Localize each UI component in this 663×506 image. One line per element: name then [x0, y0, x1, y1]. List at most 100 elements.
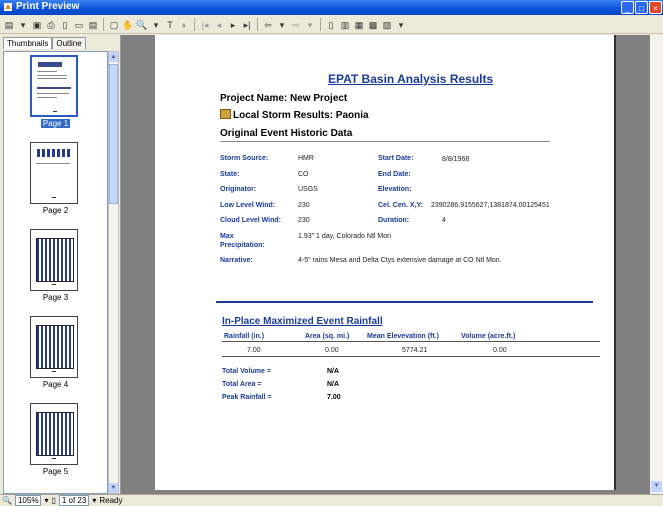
storm-source-value: HMR — [298, 155, 314, 162]
thumbnail-label: Page 4 — [42, 380, 69, 389]
toolbar-separator — [320, 18, 321, 31]
originator-label: Originator: — [220, 186, 257, 193]
export-icon[interactable]: ▤ — [87, 19, 99, 31]
total-volume-label: Total Volume = — [222, 368, 271, 375]
scroll-down-icon[interactable]: ▼ — [651, 481, 662, 492]
first-page-icon[interactable]: |◂ — [199, 19, 211, 31]
max-precipitation-label: Max Precipitation: — [220, 233, 265, 249]
zoom-level-field[interactable]: 105% — [14, 495, 42, 506]
local-storm-text: Local Storm Results: Paonia — [233, 110, 369, 121]
status-text: Ready — [99, 496, 123, 505]
thumbnail-list[interactable]: Page 1 Page 2 Page 3 Page 4 Page 5 — [3, 51, 108, 494]
document-scrollbar[interactable]: ▼ — [650, 35, 663, 494]
scrollbar-thumb[interactable] — [109, 64, 118, 204]
page-number-field[interactable]: 1 of 23 — [58, 495, 90, 506]
scroll-up-icon[interactable]: ▲ — [109, 52, 118, 62]
select-text-icon[interactable]: T — [164, 19, 176, 31]
open-icon[interactable]: ▤ — [3, 19, 15, 31]
thumbnail-page-3[interactable]: Page 3 — [4, 229, 107, 311]
thumbnail-label: Page 1 — [40, 119, 71, 128]
start-date-label: Start Date: — [378, 155, 414, 162]
toolbar-separator — [103, 18, 104, 31]
scroll-down-icon[interactable]: ▼ — [109, 483, 118, 493]
last-page-icon[interactable]: ▸| — [241, 19, 253, 31]
thumbnail-panel: Thumbnails Outline Page 1 Page 2 Page 3 … — [0, 35, 120, 494]
previous-page-icon[interactable]: ◂ — [213, 19, 225, 31]
layout-view-icon[interactable]: ▨ — [381, 19, 393, 31]
zoom-dropdown-icon[interactable]: ▾ — [44, 496, 48, 505]
column-header-mean-elevation: Mean Elevevation (ft.) — [367, 333, 439, 340]
copy-icon[interactable]: ▢ — [108, 19, 120, 31]
thumbnail-page-2[interactable]: Page 2 — [4, 142, 107, 224]
forward-icon[interactable]: ⇨ — [290, 19, 302, 31]
thumbnail-image — [30, 229, 78, 291]
cel-cen-value: 2390286.9155627,1381874.00125451 — [431, 202, 550, 209]
thumbnail-scrollbar[interactable]: ▲ ▼ — [108, 51, 119, 494]
cloud-level-wind-label: Cloud Level Wind: — [220, 217, 281, 224]
folder-icon — [220, 109, 231, 119]
max-precipitation-value: 1.93" 1 day, Colorado Ntl Mon — [298, 233, 392, 240]
tab-outline[interactable]: Outline — [52, 37, 86, 49]
report-title: EPAT Basin Analysis Results — [328, 72, 494, 86]
low-level-wind-value: 230 — [298, 202, 310, 209]
thumbnail-image — [30, 142, 78, 204]
app-icon — [4, 3, 12, 11]
facing-view-icon[interactable]: ▦ — [353, 19, 365, 31]
status-bar: 🔍 105% ▾ ▯ 1 of 23 ▾ Ready — [0, 494, 663, 506]
table-cell-volume: 0.00 — [493, 347, 507, 354]
hand-tool-icon[interactable]: ✋ — [122, 19, 134, 31]
dropdown-arrow-icon[interactable]: ▾ — [150, 19, 162, 31]
toolbar-separator — [194, 18, 195, 31]
duration-label: Duration: — [378, 217, 410, 224]
dropdown-arrow-icon[interactable]: ▾ — [276, 19, 288, 31]
table-header-line — [222, 341, 600, 342]
window-title: Print Preview — [16, 1, 80, 12]
thumbnail-page-4[interactable]: Page 4 — [4, 316, 107, 398]
cel-cen-label: Cel. Cen. X,Y: — [378, 202, 423, 209]
thumbnail-label: Page 3 — [42, 293, 69, 302]
document-viewer[interactable]: EPAT Basin Analysis Results Project Name… — [120, 35, 663, 494]
save-icon[interactable]: ▣ — [31, 19, 43, 31]
tab-thumbnails[interactable]: Thumbnails — [3, 37, 53, 49]
narrative-label: Narrative: — [220, 257, 253, 264]
state-value: CO — [298, 171, 309, 178]
dropdown-arrow-icon[interactable]: ▾ — [17, 19, 29, 31]
total-volume-value: N/A — [327, 368, 340, 375]
zoom-tool-icon[interactable]: 🔍 — [136, 19, 148, 31]
zoom-icon: 🔍 — [2, 496, 12, 505]
single-page-view-icon[interactable]: ▯ — [325, 19, 337, 31]
maximize-button[interactable]: □ — [635, 1, 648, 14]
minimize-button[interactable]: _ — [621, 1, 634, 14]
print-icon[interactable]: ⎙ — [45, 19, 57, 31]
dropdown-arrow-icon[interactable]: ▾ — [395, 19, 407, 31]
start-date-value: 8/8/1968 — [442, 156, 470, 163]
close-button[interactable]: × — [649, 1, 662, 14]
thumbnail-page-5[interactable]: Page 5 — [4, 403, 107, 485]
title-bar: Print Preview _ □ × — [0, 0, 663, 15]
find-icon[interactable]: ♁ — [178, 19, 190, 31]
table-row-line — [222, 356, 600, 357]
back-icon[interactable]: ⇦ — [262, 19, 274, 31]
project-name: Project Name: New Project — [220, 93, 348, 104]
elevation-label: Elevation: — [378, 186, 412, 193]
section-rainfall-title: In-Place Maximized Event Rainfall — [222, 316, 383, 327]
duration-value: 4 — [442, 217, 446, 224]
next-page-icon[interactable]: ▸ — [227, 19, 239, 31]
single-page-icon[interactable]: ▭ — [73, 19, 85, 31]
local-storm-results: Local Storm Results: Paonia — [220, 109, 369, 121]
continuous-view-icon[interactable]: ▥ — [339, 19, 351, 31]
peak-rainfall-value: 7.00 — [327, 394, 341, 401]
column-header-rainfall: Rainfall (in.) — [224, 333, 265, 340]
end-date-label: End Date: — [378, 171, 411, 178]
dropdown-arrow-icon[interactable]: ▾ — [304, 19, 316, 31]
table-cell-area: 0.00 — [325, 347, 339, 354]
multi-page-view-icon[interactable]: ▩ — [367, 19, 379, 31]
thumbnail-image — [30, 403, 78, 465]
toolbar: ▤ ▾ ▣ ⎙ ▯ ▭ ▤ ▢ ✋ 🔍 ▾ T ♁ |◂ ◂ ▸ ▸| ⇦ ▾ … — [0, 16, 663, 34]
page-setup-icon[interactable]: ▯ — [59, 19, 71, 31]
storm-source-label: Storm Source: — [220, 155, 269, 162]
thumbnail-page-1[interactable]: Page 1 — [4, 55, 107, 137]
page-dropdown-icon[interactable]: ▾ — [92, 496, 96, 505]
narrative-value: 4-5" rains Mesa and Delta Ctys extensive… — [298, 257, 502, 264]
section-historic-title: Original Event Historic Data — [220, 128, 353, 139]
